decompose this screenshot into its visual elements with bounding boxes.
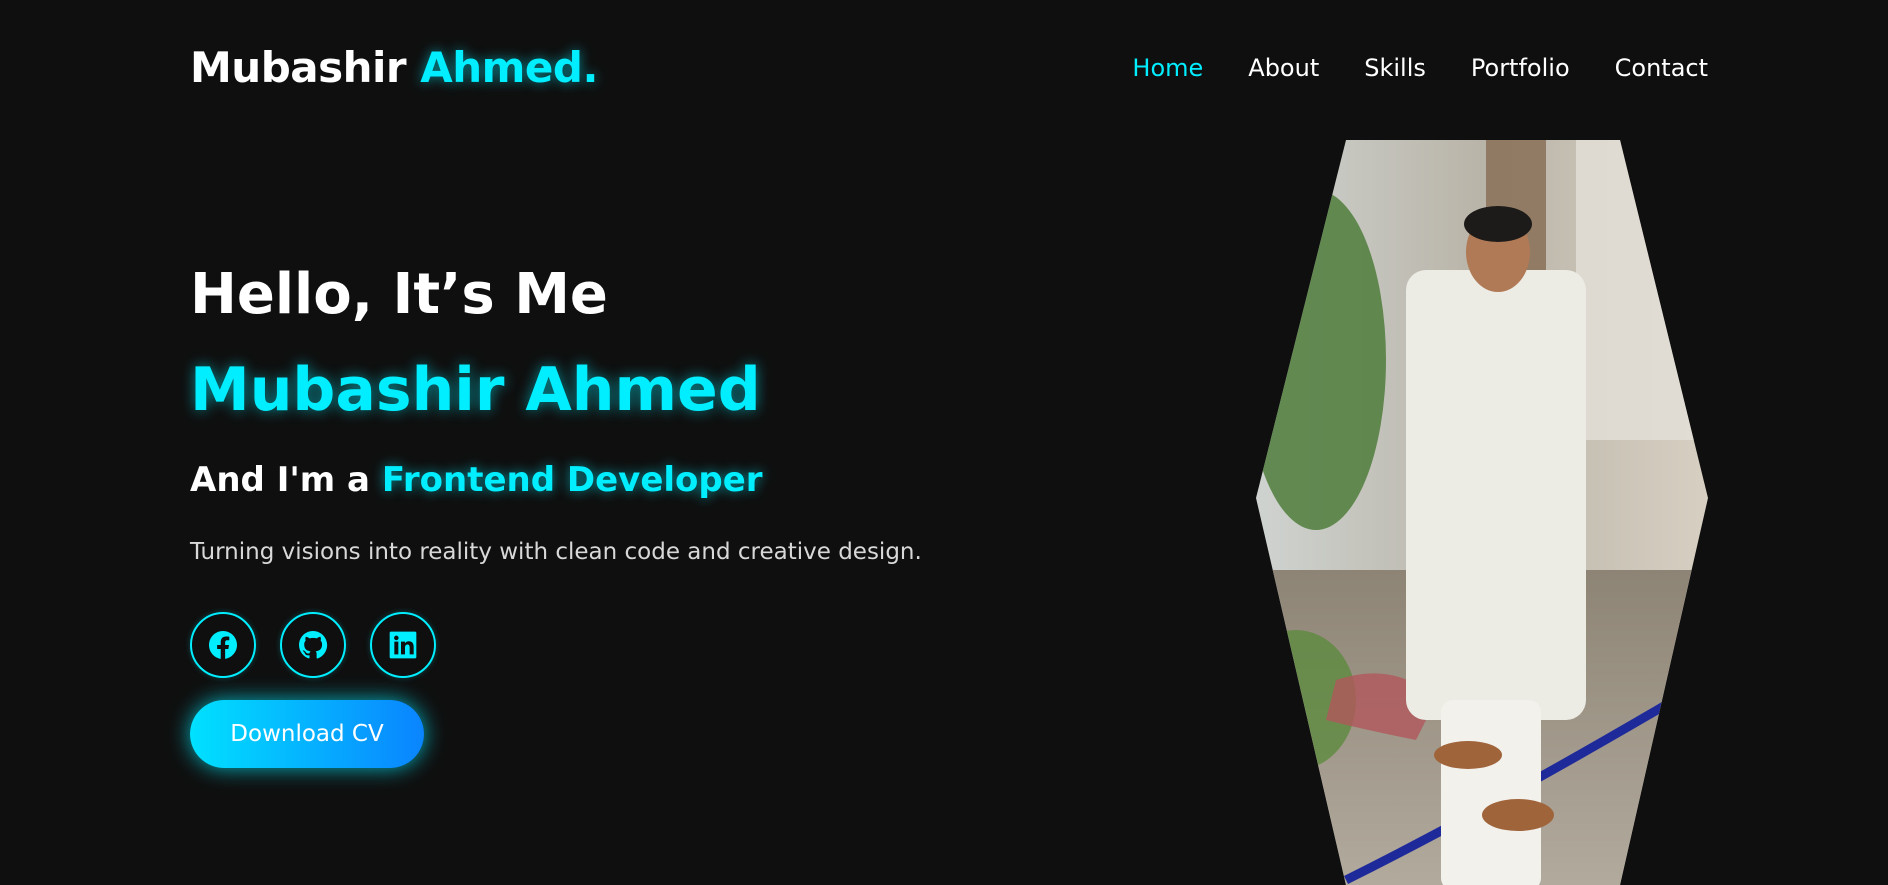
- github-icon: [299, 631, 328, 659]
- profile-photo: [1256, 140, 1708, 885]
- facebook-icon: [209, 631, 237, 659]
- linkedin-icon: [389, 631, 417, 659]
- site-header: Mubashir Ahmed. Home About Skills Portfo…: [0, 0, 1888, 135]
- hero-role-prefix: And I'm a: [190, 460, 370, 500]
- hero-name: Mubashir Ahmed: [190, 355, 761, 425]
- nav-link-home[interactable]: Home: [1132, 50, 1203, 86]
- download-cv-button[interactable]: Download CV: [190, 700, 424, 768]
- main-nav: Home About Skills Portfolio Contact: [1132, 50, 1708, 86]
- hero-section: Hello, It’s Me Mubashir Ahmed And I'm a …: [190, 255, 1090, 569]
- nav-link-skills[interactable]: Skills: [1364, 50, 1426, 86]
- site-logo[interactable]: Mubashir Ahmed.: [190, 40, 598, 96]
- profile-photo-frame: [1256, 140, 1708, 885]
- social-links: [190, 612, 436, 678]
- facebook-link[interactable]: [190, 612, 256, 678]
- hero-tagline: Turning visions into reality with clean …: [190, 539, 922, 565]
- nav-link-portfolio[interactable]: Portfolio: [1471, 50, 1570, 86]
- hero-greeting: Hello, It’s Me: [190, 262, 608, 327]
- hero-role: And I'm a Frontend Developer: [190, 455, 1090, 505]
- nav-link-contact[interactable]: Contact: [1615, 50, 1708, 86]
- logo-first-name: Mubashir: [190, 43, 407, 92]
- nav-link-about[interactable]: About: [1248, 50, 1319, 86]
- hero-role-title: Frontend Developer: [381, 460, 763, 500]
- linkedin-link[interactable]: [370, 612, 436, 678]
- github-link[interactable]: [280, 612, 346, 678]
- logo-last-name: Ahmed.: [420, 43, 598, 92]
